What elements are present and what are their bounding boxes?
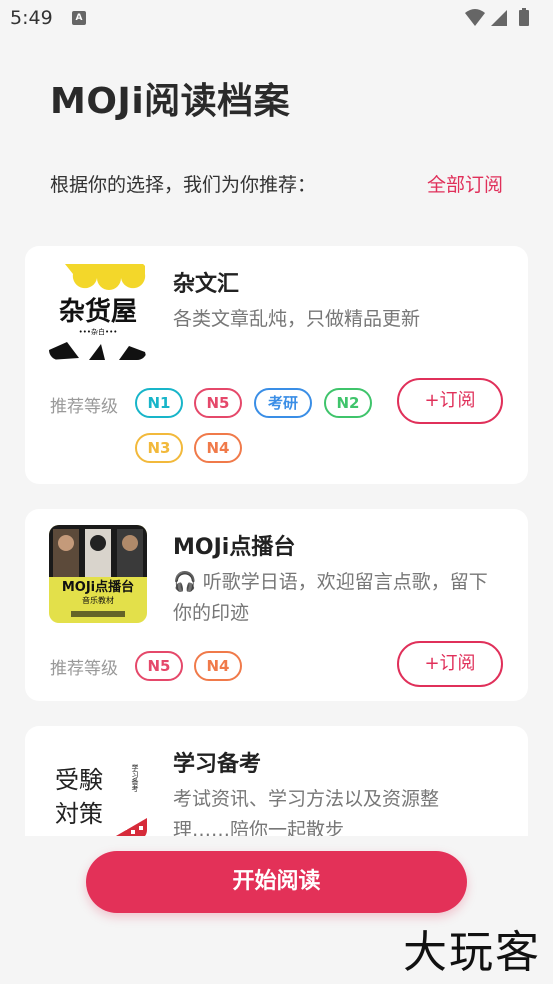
subscribe-button[interactable]: +订阅 (397, 378, 503, 424)
channel-title: 学习备考 (173, 752, 262, 777)
wifi-icon (465, 9, 485, 26)
subscribe-button[interactable]: +订阅 (397, 641, 503, 687)
level-tag-n4: N4 (194, 651, 242, 681)
level-tag-n3: N3 (135, 433, 183, 463)
cover-title-text: MOJi点播台 (62, 579, 134, 595)
status-bar: 5:49 A (0, 0, 553, 36)
channel-description: 🎧 听歌学日语，欢迎留言点歌，留下你的印迹 (173, 571, 488, 624)
recommend-level-label: 推荐等级 (50, 659, 118, 679)
system-icons (465, 8, 529, 26)
watermark-logo: 大玩客 (403, 927, 541, 978)
cover-title-text: 杂货屋 (59, 296, 137, 327)
level-tag-n1: N1 (135, 388, 183, 418)
recommend-level-label: 推荐等级 (50, 397, 118, 417)
status-time: 5:49 (10, 7, 53, 29)
cover-sub-text: 音乐教材 (82, 595, 114, 605)
channel-title: MOJi点播台 (173, 535, 296, 560)
page-title: MOJi阅读档案 (50, 81, 291, 122)
level-tag-n5: N5 (135, 651, 183, 681)
level-tag-kaoyan: 考研 (254, 388, 312, 418)
channel-description: 考试资讯、学习方法以及资源整理……陪你一起散步 (173, 788, 440, 836)
battery-icon (519, 10, 529, 26)
cover-sub-text: 学习备考 (131, 763, 139, 793)
recommend-subtitle: 根据你的选择，我们为你推荐： (50, 174, 317, 196)
level-tag-n2: N2 (324, 388, 372, 418)
channel-title: 杂文汇 (173, 272, 240, 297)
cover-title-text: 受験 (55, 766, 103, 794)
svg-text:対策: 対策 (55, 800, 103, 828)
subscribe-all-link[interactable]: 全部订阅 (427, 170, 503, 197)
notification-icon: A (72, 11, 86, 25)
channel-description: 各类文章乱炖，只做精品更新 (173, 308, 421, 330)
start-reading-button[interactable]: 开始阅读 (86, 851, 467, 913)
level-tag-n4: N4 (194, 433, 242, 463)
channel-card-moji-dianbotai[interactable]: MOJi点播台 音乐教材 MOJi点播台 🎧 听歌学日语，欢迎留言点歌，留下你的… (25, 509, 528, 701)
channel-cover-image: 受験 対策 学习备考 (49, 742, 147, 836)
channel-cover-image: MOJi点播台 音乐教材 (49, 525, 147, 623)
channel-card-xuexi-beikao[interactable]: 受験 対策 学习备考 学习备考 考试资讯、学习方法以及资源整理……陪你一起散步 (25, 726, 528, 836)
channel-card-zawenhui[interactable]: 杂货屋 •••杂白••• 杂文汇 各类文章乱炖，只做精品更新 推荐等级 N1 N… (25, 246, 528, 484)
level-tag-n5: N5 (194, 388, 242, 418)
signal-icon (491, 10, 507, 26)
cover-sub-text: •••杂白••• (79, 327, 118, 336)
channel-cover-image: 杂货屋 •••杂白••• (49, 262, 147, 360)
